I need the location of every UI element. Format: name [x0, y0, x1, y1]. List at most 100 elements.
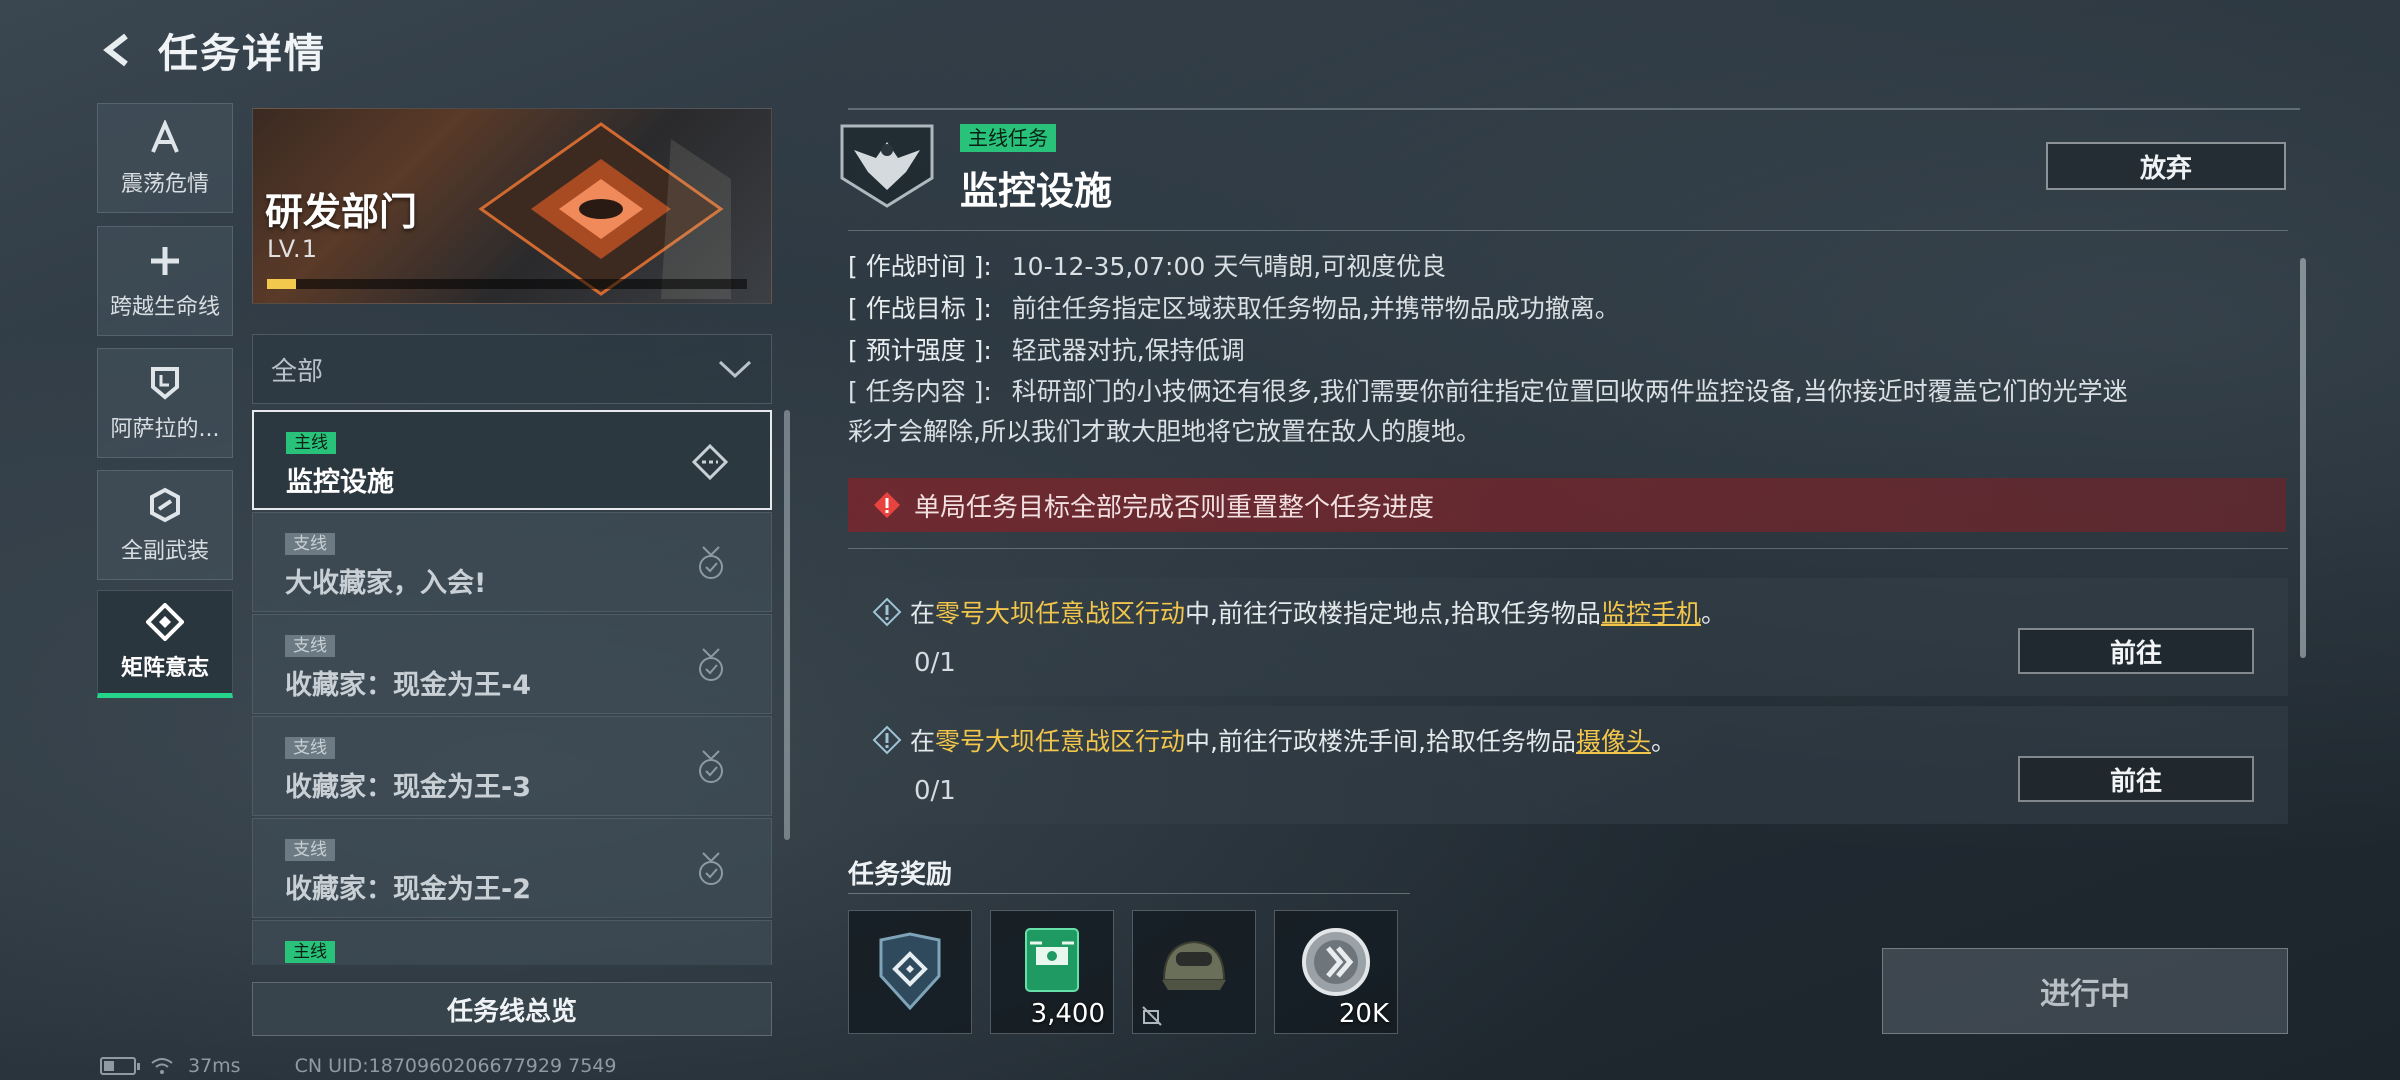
department-name: 研发部门 [265, 190, 418, 234]
letter-a-icon [145, 118, 185, 158]
objective-item-link[interactable]: 监控手机 [1601, 599, 1701, 628]
objective-zone: 零号大坝任意战区行动 [935, 727, 1186, 756]
objective-pre: 在 [910, 727, 936, 756]
objective-progress: 0/1 [914, 776, 956, 806]
objective-item-link[interactable]: 摄像头 [1576, 727, 1651, 756]
silver-coin-icon [1302, 928, 1370, 997]
divider [848, 230, 2288, 231]
category-tab-2[interactable]: 跨越生命线 [97, 226, 233, 336]
matrix-shield-emblem-icon [879, 932, 941, 1011]
rewards-title: 任务奖励 [848, 860, 953, 890]
reward-item[interactable] [1132, 910, 1256, 1034]
abandon-button[interactable]: 放弃 [2046, 142, 2286, 190]
medal-check-icon [693, 545, 729, 581]
task-item[interactable]: 主线 [252, 920, 772, 965]
category-tab-4[interactable]: 全副武装 [97, 470, 233, 580]
category-tab-1[interactable]: 震荡危情 [97, 103, 233, 213]
task-item[interactable]: 支线 收藏家：现金为王-2 [252, 818, 772, 918]
department-banner[interactable]: 研发部门 LV.1 [252, 108, 772, 304]
task-tag: 主线 [285, 941, 335, 963]
medal-check-icon [693, 851, 729, 887]
task-tag: 主线 [286, 432, 336, 454]
objective-zone: 零号大坝任意战区行动 [935, 599, 1186, 628]
wifi-icon [151, 1058, 173, 1074]
medal-check-icon [693, 647, 729, 683]
reward-item[interactable]: 20K [1274, 910, 1398, 1034]
task-filter-dropdown[interactable]: 全部 [252, 334, 772, 404]
objective-item: 在零号大坝任意战区行动中,前往行政楼指定地点,拾取任务物品监控手机。 0/1 前… [848, 578, 2288, 696]
goto-button[interactable]: 前往 [2018, 628, 2254, 674]
info-value-continued: 彩才会解除,所以我们才敢大胆地将它放置在敌人的腹地。 [848, 417, 1481, 446]
category-tab-3[interactable]: 阿萨拉的... [97, 348, 233, 458]
task-title: 收藏家：现金为王-2 [285, 874, 531, 905]
main-mission-tag: 主线任务 [960, 124, 1056, 152]
task-title: 收藏家：现金为王-3 [285, 772, 531, 803]
info-expected-intensity: [ 预计强度 ]: 轻武器对抗,保持低调 [848, 332, 1245, 370]
warning-alert-icon [874, 492, 900, 518]
info-combat-objective: [ 作战目标 ]: 前往任务指定区域获取任务物品,并携带物品成功撤离。 [848, 290, 1620, 328]
back-button[interactable] [96, 28, 140, 72]
task-item[interactable]: 支线 收藏家：现金为王-3 [252, 716, 772, 816]
warning-text: 单局任务目标全部完成否则重置整个任务进度 [914, 492, 1435, 523]
battery-icon [100, 1057, 140, 1075]
divider [848, 108, 2300, 110]
back-arrow-icon [103, 33, 128, 67]
chevron-down-icon [718, 360, 752, 379]
department-progress-fill [267, 279, 296, 289]
goto-button[interactable]: 前往 [2018, 756, 2254, 802]
objective-post: 。 [1700, 599, 1726, 628]
page-header: 任务详情 [96, 20, 326, 80]
uid-text: CN UID:1870960206677929 7549 [294, 1055, 617, 1077]
task-line-overview-button[interactable]: 任务线总览 [252, 982, 772, 1036]
task-list-scrollbar[interactable] [784, 410, 790, 840]
detail-scrollbar[interactable] [2300, 258, 2306, 658]
reward-item[interactable]: 3,400 [990, 910, 1114, 1034]
plus-cross-icon [145, 241, 185, 281]
task-tag: 支线 [285, 533, 335, 555]
objective-text: 在零号大坝任意战区行动中,前往行政楼指定地点,拾取任务物品监控手机。 [872, 594, 1726, 630]
objective-pre: 在 [910, 599, 936, 628]
task-title: 收藏家：现金为王-4 [285, 670, 531, 701]
status-bar: 37ms CN UID:1870960206677929 7549 [100, 1054, 616, 1078]
info-value: 轻武器对抗,保持低调 [1011, 336, 1245, 365]
info-combat-time: [ 作战时间 ]: 10-12-35,07:00 天气晴朗,可视度优良 [848, 248, 1446, 286]
objective-mid: 中,前往行政楼洗手间,拾取任务物品 [1185, 727, 1576, 756]
task-item-selected[interactable]: 主线 监控设施 [252, 410, 772, 510]
shield-badge-icon [145, 363, 185, 403]
medal-check-icon [693, 749, 729, 785]
task-title: 大收藏家，入会! [285, 568, 487, 599]
department-art-image [478, 122, 731, 299]
green-drone-card-icon [1025, 927, 1079, 992]
category-label: 跨越生命线 [109, 295, 220, 320]
category-label: 阿萨拉的... [110, 417, 220, 442]
task-tag: 支线 [285, 839, 335, 861]
task-item[interactable]: 支线 大收藏家，入会! [252, 512, 772, 612]
mission-title: 监控设施 [960, 169, 1113, 213]
reward-quantity: 20K [1338, 999, 1389, 1029]
task-title: 监控设施 [286, 467, 394, 498]
category-tab-5[interactable]: 矩阵意志 [97, 590, 233, 698]
info-value: 前往任务指定区域获取任务物品,并携带物品成功撤离。 [1011, 294, 1620, 323]
reward-item[interactable] [848, 910, 972, 1034]
matrix-diamond-icon [145, 602, 185, 642]
department-progress-bar [267, 279, 747, 289]
tracking-diamond-icon [692, 444, 728, 480]
category-label: 震荡危情 [120, 172, 209, 197]
hexagon-mark-icon [145, 485, 185, 525]
info-label: [ 任务内容 ]: [848, 377, 992, 406]
in-progress-status-button[interactable]: 进行中 [1882, 948, 2288, 1034]
info-value: 10-12-35,07:00 天气晴朗,可视度优良 [1011, 252, 1447, 281]
task-list: 主线 监控设施 支线 大收藏家，入会! 支线 收藏家：现金为王-4 支线 收藏家… [252, 410, 772, 965]
info-label: [ 作战目标 ]: [848, 294, 992, 323]
info-label: [ 作战时间 ]: [848, 252, 992, 281]
task-tag: 支线 [285, 737, 335, 759]
objective-progress: 0/1 [914, 648, 956, 678]
objective-mid: 中,前往行政楼指定地点,拾取任务物品 [1185, 599, 1601, 628]
helmet-icon [1162, 940, 1226, 990]
info-value: 科研部门的小技俩还有很多,我们需要你前往指定位置回收两件监控设备,当你接近时覆盖… [1011, 377, 2128, 406]
task-item[interactable]: 支线 收藏家：现金为王-4 [252, 614, 772, 714]
objective-text: 在零号大坝任意战区行动中,前往行政楼洗手间,拾取任务物品摄像头。 [872, 722, 1676, 758]
filter-value: 全部 [271, 356, 324, 387]
untradeable-icon [1142, 1006, 1162, 1026]
reward-quantity: 3,400 [1030, 999, 1105, 1029]
